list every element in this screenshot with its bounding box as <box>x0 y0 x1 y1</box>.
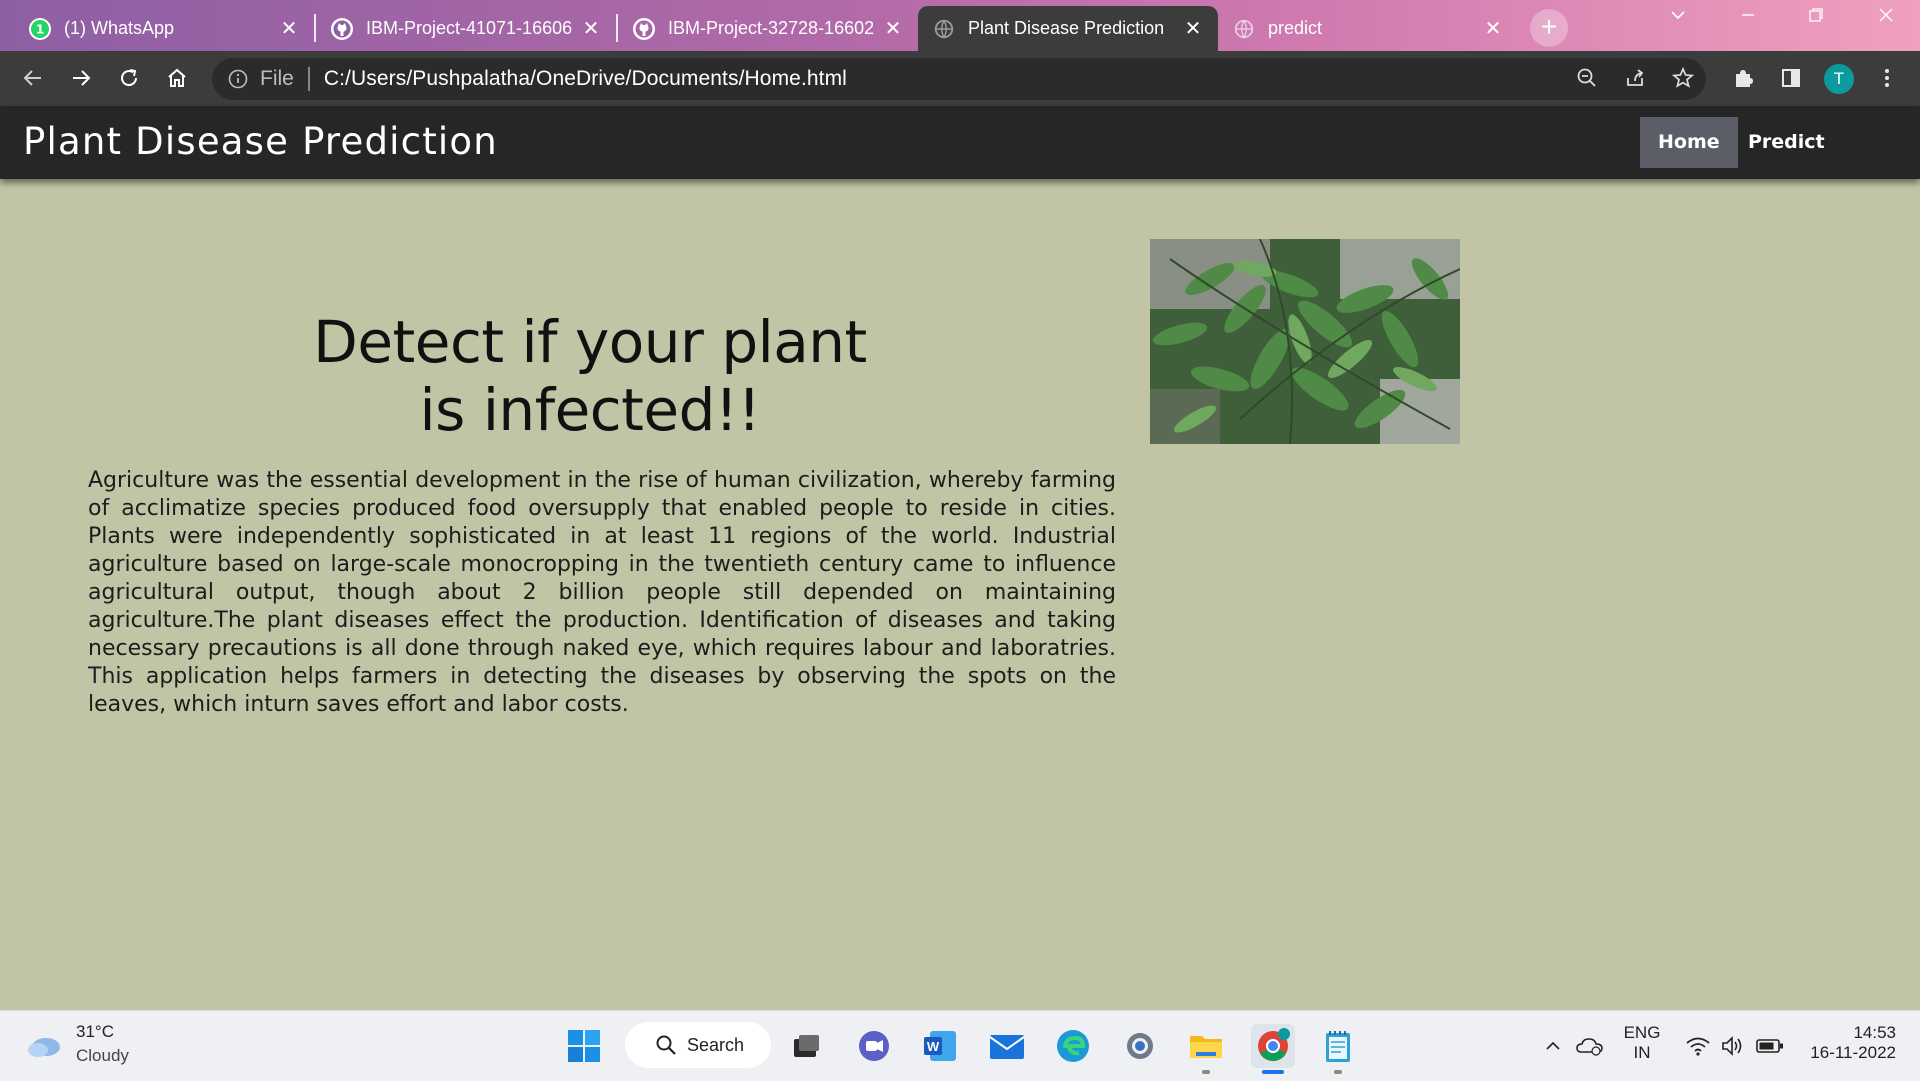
close-icon[interactable]: ✕ <box>882 16 904 41</box>
chrome-icon[interactable] <box>1251 1024 1295 1068</box>
curry-leaves-photo <box>1150 239 1460 444</box>
github-icon <box>330 17 354 41</box>
hero-heading: Detect if your plant is infected!! <box>260 308 920 444</box>
tab-title: (1) WhatsApp <box>64 18 175 38</box>
side-panel-icon[interactable] <box>1776 63 1806 93</box>
language-code: ENG <box>1623 1023 1661 1042</box>
taskbar-search[interactable]: Search <box>625 1022 771 1068</box>
chevron-up-icon[interactable] <box>1536 1026 1570 1066</box>
search-label: Search <box>687 1034 745 1055</box>
tab-search-chevron-icon[interactable] <box>1648 6 1708 30</box>
minimize-icon[interactable] <box>1718 6 1778 30</box>
more-vertical-icon[interactable] <box>1872 63 1902 93</box>
profile-avatar[interactable]: T <box>1824 64 1854 94</box>
extensions-puzzle-icon[interactable] <box>1728 63 1758 93</box>
url-text[interactable]: C:/Users/Pushpalatha/OneDrive/Documents/… <box>324 67 847 91</box>
tab-title: Plant Disease Prediction <box>968 18 1165 38</box>
globe-icon <box>1232 17 1256 41</box>
close-icon[interactable]: ✕ <box>1182 16 1204 41</box>
site-title: Plant Disease Prediction <box>23 120 498 163</box>
close-icon[interactable]: ✕ <box>580 16 602 41</box>
notepad-icon[interactable] <box>1318 1026 1358 1066</box>
hero-description: Agriculture was the essential developmen… <box>88 468 1116 717</box>
clock-date: 16-11-2022 <box>1810 1043 1896 1062</box>
site-header: Plant Disease Prediction Home Predict <box>0 106 1920 179</box>
onedrive-icon[interactable] <box>1570 1026 1610 1066</box>
address-bar[interactable]: File C:/Users/Pushpalatha/OneDrive/Docum… <box>212 58 1706 100</box>
tab-ibm-project-32728[interactable]: IBM-Project-32728-16602 ✕ <box>618 6 918 51</box>
tab-title: IBM-Project-32728-16602 <box>668 18 875 38</box>
hero-heading-line2: is infected!! <box>419 376 761 444</box>
browser-toolbar: File C:/Users/Pushpalatha/OneDrive/Docum… <box>0 51 1920 106</box>
restore-icon[interactable] <box>1786 6 1846 30</box>
nav-home-link[interactable]: Home <box>1640 117 1738 168</box>
volume-icon[interactable] <box>1712 1026 1752 1066</box>
globe-icon <box>932 17 956 41</box>
home-icon[interactable] <box>160 61 194 95</box>
back-arrow-icon[interactable] <box>16 61 50 95</box>
language-region: IN <box>1633 1043 1651 1062</box>
whatsapp-icon: 1 <box>28 17 52 41</box>
browser-tab-strip: 1 (1) WhatsApp ✕ IBM-Project-41071-16606… <box>0 0 1920 51</box>
weather-temperature[interactable]: 31°C <box>76 1022 114 1042</box>
hero-heading-line1: Detect if your plant <box>313 308 867 376</box>
weather-condition[interactable]: Cloudy <box>76 1046 129 1066</box>
tab-plant-disease-prediction[interactable]: Plant Disease Prediction ✕ <box>918 6 1218 51</box>
nav-predict-link[interactable]: Predict <box>1730 117 1843 168</box>
tab-predict[interactable]: predict ✕ <box>1218 6 1518 51</box>
settings-gear-icon[interactable] <box>1120 1026 1160 1066</box>
task-view-icon[interactable] <box>786 1026 826 1066</box>
clock[interactable]: 14:53 16-11-2022 <box>1800 1023 1896 1063</box>
url-scheme-label: File <box>260 67 294 90</box>
reload-icon[interactable] <box>112 61 146 95</box>
language-indicator[interactable]: ENG IN <box>1614 1023 1670 1063</box>
cloud-weather-icon[interactable] <box>24 1025 64 1065</box>
edge-browser-icon[interactable] <box>1053 1026 1093 1066</box>
forward-arrow-icon[interactable] <box>64 61 98 95</box>
tab-title: predict <box>1268 18 1323 38</box>
running-indicator <box>1334 1070 1342 1074</box>
tab-ibm-project-41071[interactable]: IBM-Project-41071-16606 ✕ <box>316 6 616 51</box>
window-close-icon[interactable] <box>1856 6 1916 30</box>
svg-text:W: W <box>927 1039 940 1054</box>
file-explorer-icon[interactable] <box>1186 1026 1226 1066</box>
word-icon[interactable]: W <box>920 1026 960 1066</box>
mail-icon[interactable] <box>987 1026 1027 1066</box>
new-tab-button[interactable]: + <box>1530 9 1568 47</box>
close-icon[interactable]: ✕ <box>1482 16 1504 41</box>
active-indicator <box>1262 1070 1284 1074</box>
bookmark-star-icon[interactable] <box>1668 63 1698 93</box>
teams-chat-icon[interactable] <box>854 1026 894 1066</box>
windows-start-icon[interactable] <box>564 1026 604 1066</box>
running-indicator <box>1202 1070 1210 1074</box>
windows-taskbar: 31°C Cloudy Search W ENG IN 14:53 16-11-… <box>0 1010 1920 1081</box>
share-icon[interactable] <box>1620 63 1650 93</box>
zoom-icon[interactable] <box>1572 63 1602 93</box>
close-icon[interactable]: ✕ <box>278 16 300 41</box>
url-divider <box>307 67 310 91</box>
github-icon <box>632 17 656 41</box>
clock-time: 14:53 <box>1853 1023 1896 1042</box>
whatsapp-badge: 1 <box>36 22 44 36</box>
search-icon <box>655 1033 679 1057</box>
tab-title: IBM-Project-41071-16606 <box>366 18 573 38</box>
battery-icon[interactable] <box>1750 1026 1790 1066</box>
info-icon[interactable] <box>226 67 250 91</box>
tab-whatsapp[interactable]: 1 (1) WhatsApp ✕ <box>14 6 314 51</box>
